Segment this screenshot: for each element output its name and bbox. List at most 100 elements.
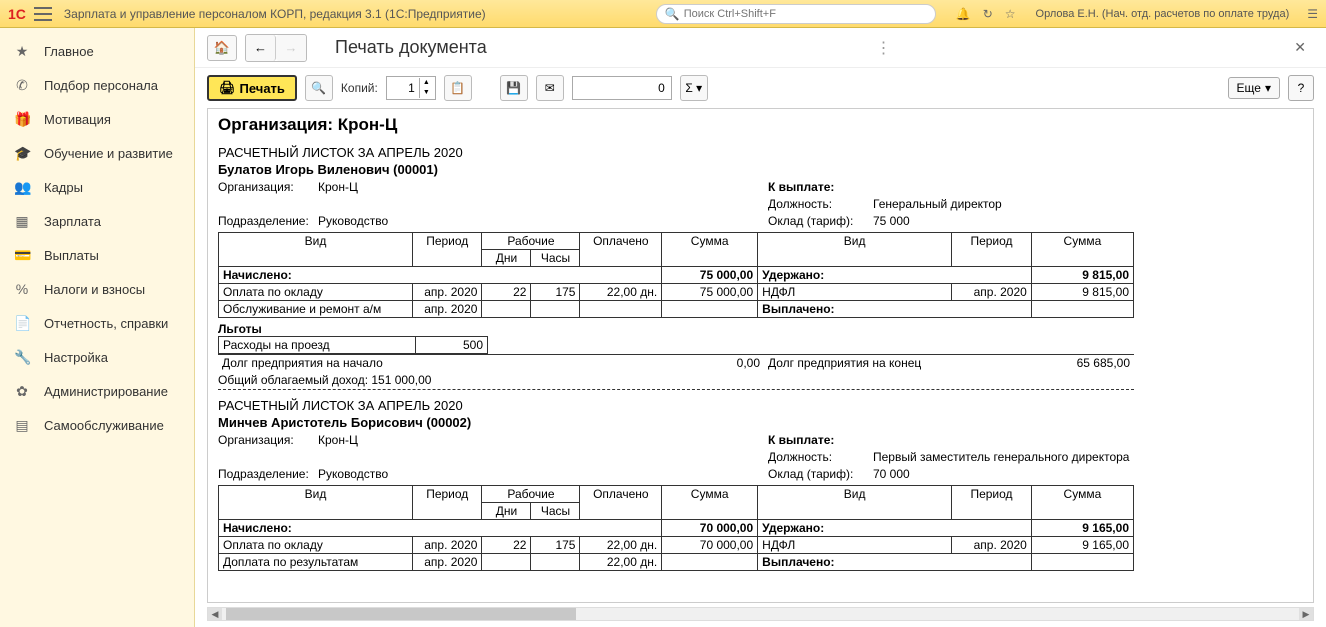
preview-button[interactable]: 🔍: [305, 75, 333, 101]
th-sum2: Сумма: [1031, 486, 1133, 520]
spin-down-icon[interactable]: ▼: [420, 88, 433, 98]
cell: Обслуживание и ремонт а/м: [219, 301, 413, 318]
lbl-topay: К выплате:: [768, 432, 873, 449]
document-area[interactable]: Организация: Крон-Ц РАСЧЕТНЫЙ ЛИСТОК ЗА …: [207, 108, 1314, 603]
home-button[interactable]: 🏠: [207, 35, 237, 61]
sidebar-item-salary[interactable]: ▦Зарплата: [0, 204, 194, 238]
sidebar-label: Обучение и развитие: [44, 146, 173, 161]
val-pos: Генеральный директор: [873, 196, 1002, 213]
scroll-right-icon[interactable]: ▶: [1299, 608, 1313, 620]
lbl-org: Организация:: [218, 179, 318, 196]
lbl-debt-end: Долг предприятия на конец: [764, 355, 1034, 371]
sidebar: ★Главное ✆Подбор персонала 🎁 Мотивация 🎓О…: [0, 28, 195, 627]
cell: Оплата по окладу: [219, 284, 413, 301]
cell: 175: [531, 284, 580, 301]
cell: Оплата по окладу: [219, 537, 413, 554]
slip-period-title: РАСЧЕТНЫЙ ЛИСТОК ЗА АПРЕЛЬ 2020: [218, 145, 1134, 160]
sidebar-item-motivation[interactable]: 🎁 Мотивация: [0, 102, 194, 136]
sidebar-item-hr[interactable]: 👥Кадры: [0, 170, 194, 204]
horizontal-scrollbar[interactable]: ◀ ▶: [207, 607, 1314, 621]
cell: Расходы на проезд: [219, 337, 416, 354]
payslip-1: РАСЧЕТНЫЙ ЛИСТОК ЗА АПРЕЛЬ 2020 Булатов …: [218, 145, 1134, 390]
history-icon[interactable]: ↻: [983, 7, 993, 21]
logo-1c: 1C: [8, 6, 26, 22]
search-input[interactable]: [684, 8, 927, 20]
scrollbar-thumb[interactable]: [226, 608, 576, 620]
cell: 500: [415, 337, 487, 354]
forward-button[interactable]: →: [276, 35, 306, 61]
val-debt-end: 65 685,00: [1034, 355, 1134, 371]
th-sum: Сумма: [662, 486, 758, 520]
back-button[interactable]: ←: [246, 35, 276, 61]
lbl-topay: К выплате:: [768, 179, 873, 196]
sidebar-label: Зарплата: [44, 214, 101, 229]
val-debt-start: 0,00: [678, 355, 764, 371]
copies-spinner[interactable]: ▲▼: [386, 76, 436, 100]
lbl-debt-start: Долг предприятия на начало: [218, 355, 678, 371]
cell: апр. 2020: [413, 284, 482, 301]
sidebar-item-admin[interactable]: ✿Администрирование: [0, 374, 194, 408]
app-title: Зарплата и управление персоналом КОРП, р…: [64, 7, 656, 21]
toolbar: 🖨Печать 🔍 Копий: ▲▼ 📋 💾 ✉ Σ ▾ Еще▾ ?: [195, 68, 1326, 108]
settings-icon[interactable]: ☰: [1307, 7, 1318, 21]
th-paid: Оплачено: [580, 486, 662, 520]
hamburger-icon[interactable]: [34, 7, 52, 21]
cell-withheld: Удержано:: [758, 267, 1032, 284]
th-kind2: Вид: [758, 486, 952, 520]
copies-input[interactable]: [387, 81, 419, 95]
mail-button[interactable]: ✉: [536, 75, 564, 101]
sidebar-item-training[interactable]: 🎓Обучение и развитие: [0, 136, 194, 170]
th-sum2: Сумма: [1031, 233, 1133, 267]
th-period2: Период: [952, 486, 1032, 520]
save-button[interactable]: 💾: [500, 75, 528, 101]
search-box[interactable]: 🔍: [656, 4, 936, 24]
star-icon[interactable]: ☆: [1005, 7, 1016, 21]
cell: 22: [482, 537, 531, 554]
user-label[interactable]: Орлова Е.Н. (Нач. отд. расчетов по оплат…: [1036, 8, 1290, 20]
list-icon: ▤: [14, 417, 30, 434]
sidebar-item-taxes[interactable]: %Налоги и взносы: [0, 272, 194, 306]
more-menu-icon[interactable]: ⋮: [876, 38, 892, 58]
lbl-pos: Должность:: [768, 196, 873, 213]
spin-up-icon[interactable]: ▲: [420, 78, 433, 88]
print-button[interactable]: 🖨Печать: [207, 75, 297, 101]
sidebar-item-recruit[interactable]: ✆Подбор персонала: [0, 68, 194, 102]
sidebar-item-self[interactable]: ▤Самообслуживание: [0, 408, 194, 442]
employee-name: Минчев Аристотель Борисович (00002): [218, 415, 1134, 430]
doc-icon: 📄: [14, 315, 30, 332]
sidebar-label: Настройка: [44, 350, 108, 365]
help-button[interactable]: ?: [1288, 75, 1314, 101]
sidebar-label: Кадры: [44, 180, 83, 195]
sidebar-label: Мотивация: [44, 112, 111, 127]
sidebar-item-reports[interactable]: 📄Отчетность, справки: [0, 306, 194, 340]
th-hours: Часы: [531, 250, 580, 267]
val-org: Крон-Ц: [318, 179, 358, 196]
lbl-dept: Подразделение:: [218, 466, 318, 483]
benefits-title: Льготы: [218, 322, 1134, 336]
more-button[interactable]: Еще▾: [1228, 77, 1280, 99]
cell-accrued-total: 70 000,00: [662, 520, 758, 537]
sidebar-item-settings[interactable]: 🔧Настройка: [0, 340, 194, 374]
sidebar-item-payments[interactable]: 💳Выплаты: [0, 238, 194, 272]
cell: 22,00 дн.: [580, 554, 662, 571]
cell: апр. 2020: [413, 301, 482, 318]
lbl-rate: Оклад (тариф):: [768, 466, 873, 483]
th-work: Рабочие: [482, 233, 580, 250]
th-sum: Сумма: [662, 233, 758, 267]
bell-icon[interactable]: 🔔: [956, 7, 971, 21]
sum-field[interactable]: [572, 76, 672, 100]
th-paid: Оплачено: [580, 233, 662, 267]
slip-period-title: РАСЧЕТНЫЙ ЛИСТОК ЗА АПРЕЛЬ 2020: [218, 398, 1134, 413]
th-days: Дни: [482, 250, 531, 267]
th-kind: Вид: [219, 486, 413, 520]
printer-icon: 🖨: [219, 80, 236, 96]
close-button[interactable]: ✕: [1286, 35, 1314, 60]
sigma-button[interactable]: Σ ▾: [680, 75, 708, 101]
scroll-left-icon[interactable]: ◀: [208, 608, 222, 620]
sidebar-item-main[interactable]: ★Главное: [0, 34, 194, 68]
more-label: Еще: [1237, 81, 1261, 95]
gift-icon: 🎁: [14, 111, 30, 128]
template-button[interactable]: 📋: [444, 75, 472, 101]
sidebar-label: Налоги и взносы: [44, 282, 145, 297]
cell-withheld-total: 9 165,00: [1031, 520, 1133, 537]
